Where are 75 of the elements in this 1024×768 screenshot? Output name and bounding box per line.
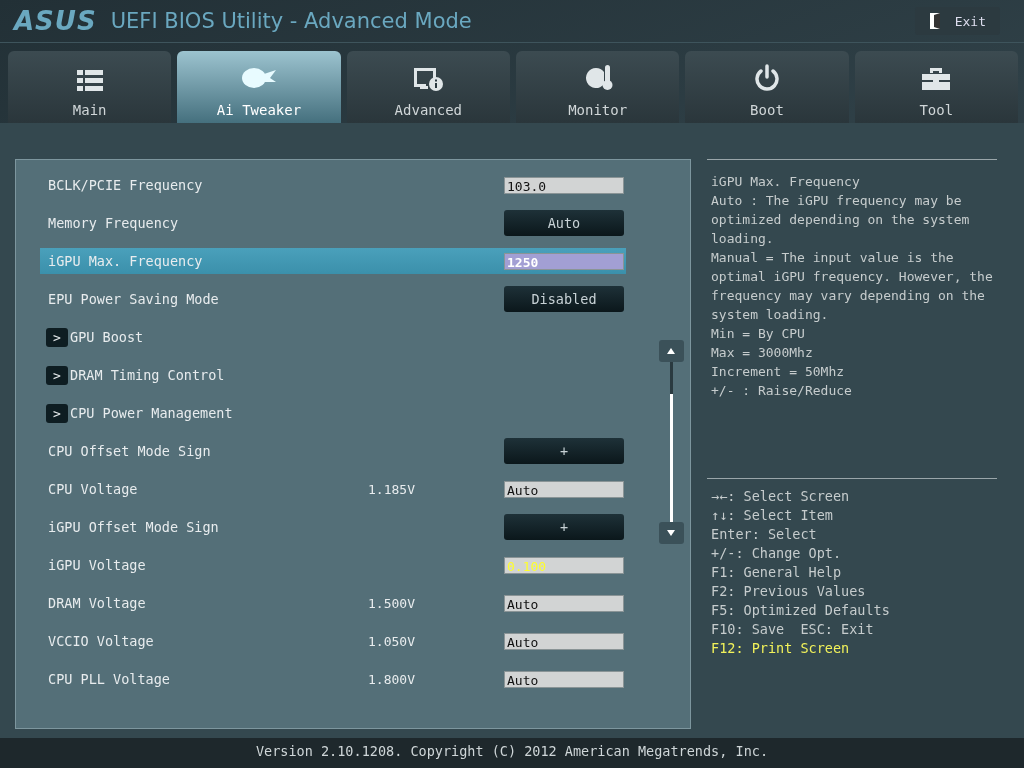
setting-row[interactable]: iGPU Offset Mode Sign + [40,514,626,540]
setting-reading: 1.500V [368,595,415,611]
help-text: Max = 3000Mhz [711,344,814,362]
window-title: UEFI BIOS Utility - Advanced Mode [110,9,473,33]
key-hint: Enter: Select [711,525,818,544]
key-hint: ↑↓: Select Item [711,506,834,525]
help-text: Min = By CPU [711,325,806,343]
setting-label: DRAM Voltage [47,595,147,611]
setting-row[interactable]: CPU Voltage 1.185V Auto [40,476,626,502]
value-field[interactable]: Auto [504,670,624,688]
setting-label: CPU Power Management [69,405,234,421]
up-triangle-icon [666,347,676,355]
setting-row[interactable]: > DRAM Timing Control [40,362,626,388]
key-hint: F10: Save ESC: Exit [711,620,875,639]
exit-button[interactable]: Exit [914,7,1000,35]
value-field[interactable]: Auto [504,594,624,612]
setting-row[interactable]: BCLK/PCIE Frequency 103.0 [40,172,626,198]
help-text: +/- : Raise/Reduce [711,382,853,400]
setting-row[interactable]: > CPU Power Management [40,400,626,426]
setting-label: VCCIO Voltage [47,633,155,649]
setting-label: BCLK/PCIE Frequency [47,177,204,193]
setting-reading: 1.800V [368,671,415,687]
key-hint: F12: Print Screen [711,639,851,658]
setting-label: DRAM Timing Control [69,367,226,383]
door-icon [928,12,943,30]
setting-row[interactable]: iGPU Voltage 0.100 [40,552,626,578]
setting-label: CPU PLL Voltage [47,671,171,687]
help-text: Manual = The input value is the optimal iGPU frequency. However, the frequency may vary depending on the system loading. [711,249,994,324]
value-field[interactable]: Auto [504,480,624,498]
key-hint: F1: General Help [711,563,843,582]
toolbox-icon [920,66,953,92]
setting-row[interactable]: CPU PLL Voltage 1.800V Auto [40,666,626,692]
tab[interactable]: Tool [854,51,1018,123]
setting-label: Memory Frequency [47,215,180,231]
value-field[interactable]: Auto [504,632,624,650]
setting-label: iGPU Offset Mode Sign [47,519,220,535]
option-button[interactable]: Auto [504,210,624,236]
setting-label: GPU Boost [69,329,145,345]
brand-logo: ASUS [14,6,97,36]
tab[interactable]: Ai Tweaker [177,51,341,123]
option-button[interactable]: + [504,514,624,540]
scrollbar[interactable] [658,340,684,544]
help-text: Auto : The iGPU frequency may be optimized depending on the system loading. [711,192,971,248]
setting-row[interactable]: CPU Offset Mode Sign + [40,438,626,464]
setting-label: iGPU Max. Frequency [47,253,204,269]
help-text: Increment = 50Mhz [711,363,846,381]
tab[interactable]: Advanced [346,51,510,123]
setting-label: EPU Power Saving Mode [47,291,220,307]
key-hint: →←: Select Screen [711,487,851,506]
list-icon [74,68,105,92]
option-button[interactable]: + [504,438,624,464]
scroll-down-button[interactable] [658,522,684,544]
setting-label: CPU Voltage [47,481,139,497]
screen-info-icon [412,66,445,92]
setting-row[interactable]: DRAM Voltage 1.500V Auto [40,590,626,616]
setting-label: iGPU Voltage [47,557,147,573]
key-hint: F2: Previous Values [711,582,867,601]
setting-label: CPU Offset Mode Sign [47,443,212,459]
key-hint: F5: Optimized Defaults [711,601,891,620]
tab[interactable]: Monitor [516,51,680,123]
power-icon [752,64,781,92]
tab[interactable]: Main [8,51,172,123]
setting-row[interactable]: Memory Frequency Auto [40,210,626,236]
down-triangle-icon [666,529,676,537]
setting-row[interactable]: VCCIO Voltage 1.050V Auto [40,628,626,654]
setting-row[interactable]: EPU Power Saving Mode Disabled [40,286,626,312]
setting-reading: 1.050V [368,633,415,649]
setting-row[interactable]: > GPU Boost [40,324,626,350]
setting-reading: 1.185V [368,481,415,497]
value-field[interactable]: 103.0 [504,176,624,194]
help-text: iGPU Max. Frequency [711,173,861,191]
option-button[interactable]: Disabled [504,286,624,312]
key-hint: +/-: Change Opt. [711,544,843,563]
scroll-up-button[interactable] [658,340,684,362]
tab[interactable]: Boot [685,51,849,123]
